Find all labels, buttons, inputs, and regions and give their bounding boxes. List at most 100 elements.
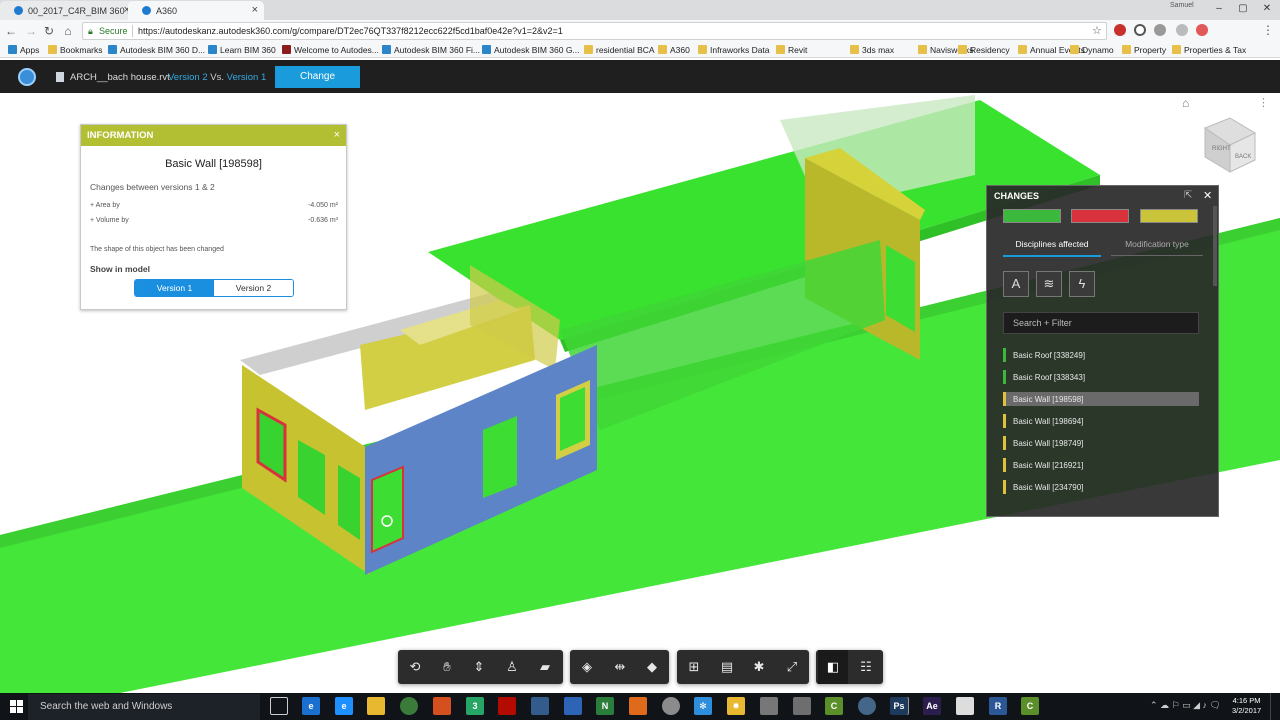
bookmark-item[interactable]: Autodesk BIM 360 D... [108, 45, 205, 55]
extension-icon[interactable] [1154, 24, 1166, 36]
bookmark-item[interactable]: Bookmarks [48, 45, 103, 55]
properties-icon[interactable]: ▤ [712, 650, 742, 684]
modified-swatch[interactable] [1140, 209, 1198, 223]
change-list-item[interactable]: Basic Wall [216921] [1003, 458, 1199, 472]
bookmark-item[interactable]: Dynamo [1070, 45, 1114, 55]
bookmark-item[interactable]: Revit [776, 45, 807, 55]
app-3ds-icon[interactable]: 3 [466, 697, 484, 715]
first-person-icon[interactable]: ♙ [497, 650, 527, 684]
home-view-icon[interactable]: ⌂ [1182, 96, 1189, 110]
bookmark-star-icon[interactable]: ☆ [1092, 24, 1102, 37]
change-list-item[interactable]: Basic Roof [338249] [1003, 348, 1199, 362]
taskbar-search-input[interactable]: Search the web and Windows [28, 694, 260, 720]
change-list-item[interactable]: Basic Roof [338343] [1003, 370, 1199, 384]
camera-icon[interactable]: ▰ [530, 650, 560, 684]
reload-icon[interactable]: ↻ [42, 24, 56, 38]
url-text[interactable]: https://autodeskanz.autodesk360.com/g/co… [138, 26, 563, 36]
bookmark-item[interactable]: Apps [8, 45, 39, 55]
app-icon[interactable] [858, 697, 876, 715]
settings-icon[interactable]: ✱ [744, 650, 774, 684]
measure-icon[interactable]: ◈ [572, 650, 602, 684]
bookmark-item[interactable]: Autodesk BIM 360 G... [482, 45, 580, 55]
navisworks-icon[interactable]: N [596, 697, 614, 715]
minimize-icon[interactable]: – [1208, 0, 1230, 18]
change-list-item[interactable]: Basic Wall [234790] [1003, 480, 1199, 494]
chrome-icon[interactable] [400, 697, 418, 715]
app-icon[interactable]: ✻ [694, 697, 712, 715]
model-browser-icon[interactable]: ⊞ [679, 650, 709, 684]
forward-icon[interactable]: → [24, 24, 38, 38]
revit-icon[interactable] [564, 697, 582, 715]
extension-icon[interactable] [1196, 24, 1208, 36]
photoshop-icon[interactable]: Ps [890, 697, 908, 715]
tab-disciplines-affected[interactable]: Disciplines affected [1003, 239, 1101, 257]
bookmark-item[interactable]: A360 [658, 45, 690, 55]
app-icon[interactable] [956, 697, 974, 715]
electrical-icon[interactable]: ϟ [1069, 271, 1095, 297]
zoom-icon[interactable]: ⇕ [464, 650, 494, 684]
bookmark-item[interactable]: Learn BIM 360 [208, 45, 276, 55]
close-tab-icon[interactable]: × [252, 4, 258, 16]
a360-logo-icon[interactable] [18, 68, 36, 86]
app-icon[interactable] [793, 697, 811, 715]
close-icon[interactable]: × [334, 129, 340, 141]
compare-icon[interactable]: ◧ [818, 650, 848, 684]
version1-button[interactable]: Version 1 [135, 280, 214, 296]
app-icon[interactable] [531, 697, 549, 715]
after-effects-icon[interactable]: Ae [923, 697, 941, 715]
home-icon[interactable]: ⌂ [61, 24, 75, 38]
removed-swatch[interactable] [1071, 209, 1129, 223]
bookmark-item[interactable]: Infraworks Data [698, 45, 770, 55]
architecture-icon[interactable]: A [1003, 271, 1029, 297]
bookmark-item[interactable]: Autodesk BIM 360 Fi... [382, 45, 480, 55]
close-icon[interactable]: ✕ [1203, 189, 1212, 202]
orbit-icon[interactable]: ⟲ [400, 650, 430, 684]
version2-button[interactable]: Version 2 [214, 280, 293, 296]
app-icon[interactable]: C [825, 697, 843, 715]
show-desktop-button[interactable] [1270, 693, 1280, 720]
bookmark-item[interactable]: 3ds max [850, 45, 894, 55]
app-icon[interactable] [433, 697, 451, 715]
acrobat-icon[interactable] [498, 697, 516, 715]
section-icon[interactable]: ⇹ [605, 650, 635, 684]
changes-list-icon[interactable]: ☷ [851, 650, 881, 684]
task-view-icon[interactable] [270, 697, 288, 715]
pan-icon[interactable]: ✋︎ [432, 650, 462, 684]
clock[interactable]: 4:16 PM 3/2/2017 [1232, 696, 1261, 716]
file-explorer-icon[interactable] [367, 697, 385, 715]
system-tray[interactable]: ⌃ ☁ ⚐ ▭ ◢ ♪ 🗨 [1150, 700, 1221, 711]
edge-icon[interactable]: e [302, 697, 320, 715]
ie-icon[interactable]: e [335, 697, 353, 715]
change-button[interactable]: Change [275, 66, 360, 88]
added-swatch[interactable] [1003, 209, 1061, 223]
structure-icon[interactable]: ≋ [1036, 271, 1062, 297]
explode-icon[interactable]: ◆ [637, 650, 667, 684]
extension-block-icon[interactable] [1134, 24, 1146, 36]
viewer-menu-icon[interactable]: ⋮ [1258, 96, 1269, 109]
browser-tab[interactable]: 00_2017_C4R_BIM 360 B × [0, 1, 136, 20]
app-icon[interactable]: ✸ [727, 697, 745, 715]
back-icon[interactable]: ← [4, 24, 18, 38]
change-list-item[interactable]: Basic Wall [198694] [1003, 414, 1199, 428]
extension-opera-icon[interactable] [1114, 24, 1126, 36]
tab-modification-type[interactable]: Modification type [1111, 239, 1203, 256]
popout-icon[interactable]: ⇱ [1184, 190, 1192, 201]
fullscreen-icon[interactable]: ⤢ [777, 650, 807, 684]
bookmark-item[interactable]: residential BCA [584, 45, 655, 55]
profile-name[interactable]: Samuel [1170, 2, 1194, 9]
change-list-item[interactable]: Basic Wall [198598] [1003, 392, 1199, 406]
revit-r-icon[interactable]: R [989, 697, 1007, 715]
bookmark-item[interactable]: Properties & Tax [1172, 45, 1246, 55]
app-icon[interactable] [760, 697, 778, 715]
bookmark-item[interactable]: Property [1122, 45, 1166, 55]
bookmark-item[interactable]: Welcome to Autodes... [282, 45, 379, 55]
extension-icon[interactable] [1176, 24, 1188, 36]
scrollbar[interactable] [1213, 206, 1217, 286]
viewcube[interactable]: RIGHT BACK [1203, 117, 1257, 173]
maximize-icon[interactable]: ▢ [1232, 0, 1254, 18]
app-icon[interactable] [662, 697, 680, 715]
windows-start-icon[interactable] [10, 700, 24, 714]
change-list-item[interactable]: Basic Wall [198749] [1003, 436, 1199, 450]
vlc-icon[interactable] [629, 697, 647, 715]
browser-tab-active[interactable]: A360 × [128, 1, 264, 20]
